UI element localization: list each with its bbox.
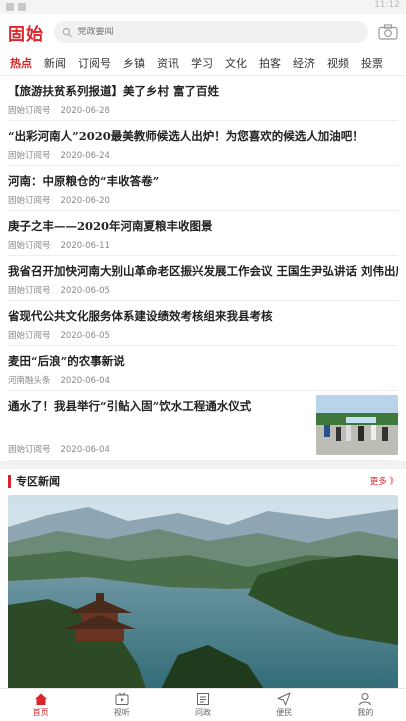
news-item[interactable]: 河南：中原粮仓的“丰收答卷” 固始订阅号 2020-06-20 — [8, 166, 398, 211]
search-icon — [62, 27, 72, 37]
section-separator — [0, 461, 406, 469]
status-bar: 11:12 — [0, 0, 406, 14]
tab-9[interactable]: 视频 — [321, 55, 355, 71]
tab-8[interactable]: 经济 — [287, 55, 321, 71]
search-input[interactable] — [77, 27, 360, 37]
news-item[interactable]: 省现代公共文化服务体系建设绩效考核组来我县考核 固始订阅号 2020-06-05 — [8, 301, 398, 346]
section-marker — [8, 474, 11, 488]
news-meta: 固始订阅号 2020-06-11 — [8, 239, 398, 251]
news-date: 2020-06-04 — [60, 445, 110, 455]
nav-label: 视听 — [113, 708, 130, 717]
news-item[interactable]: 庚子之丰——2020年河南夏粮丰收图景 固始订阅号 2020-06-11 — [8, 211, 398, 256]
tab-3[interactable]: 乡镇 — [117, 55, 151, 71]
news-source: 固始订阅号 — [8, 445, 51, 455]
nav-label: 便民 — [276, 708, 293, 717]
tab-6[interactable]: 文化 — [219, 55, 253, 71]
news-source: 固始订阅号 — [8, 196, 51, 206]
news-source: 河南融头条 — [8, 376, 51, 386]
top-bar: 固始 — [0, 14, 406, 50]
news-title[interactable]: 我省召开加快河南大别山革命老区振兴发展工作会议 王国生尹弘讲话 刘伟出席 — [8, 262, 398, 280]
zone-banner-image[interactable] — [8, 495, 398, 695]
news-item[interactable]: 【旅游扶贫系列报道】美了乡村 富了百姓 固始订阅号 2020-06-28 — [8, 76, 398, 121]
news-source: 固始订阅号 — [8, 331, 51, 341]
news-date: 2020-06-05 — [60, 331, 110, 341]
category-tabs: 热点 新闻 订阅号 乡镇 资讯 学习 文化 拍客 经济 视频 投票 — [0, 50, 406, 76]
news-meta: 河南融头条 2020-06-04 — [8, 374, 398, 386]
status-time: 11:12 — [374, 0, 400, 10]
news-source: 固始订阅号 — [8, 241, 51, 251]
news-source: 固始订阅号 — [8, 151, 51, 161]
news-date: 2020-06-05 — [60, 286, 110, 296]
nav-home[interactable]: 首页 — [0, 689, 81, 721]
news-date: 2020-06-24 — [60, 151, 110, 161]
news-source: 固始订阅号 — [8, 286, 51, 296]
nav-label: 问政 — [195, 708, 211, 717]
tab-5[interactable]: 学习 — [185, 55, 219, 71]
news-date: 2020-06-11 — [60, 241, 110, 251]
news-date: 2020-06-20 — [60, 196, 110, 206]
zone-title: 专区新闻 — [16, 475, 60, 488]
news-title[interactable]: 通水了！我县举行“引鲇入固”饮水工程通水仪式 — [8, 397, 308, 415]
news-title[interactable]: 河南：中原粮仓的“丰收答卷” — [8, 172, 398, 190]
news-list: 【旅游扶贫系列报道】美了乡村 富了百姓 固始订阅号 2020-06-28 “出彩河… — [0, 76, 406, 461]
home-icon — [34, 693, 47, 705]
camera-icon[interactable] — [378, 24, 398, 40]
news-thumbnail[interactable] — [316, 395, 398, 455]
more-link[interactable]: 更多 》 — [370, 475, 398, 487]
news-meta: 固始订阅号 2020-06-05 — [8, 284, 398, 296]
news-meta: 固始订阅号 2020-06-05 — [8, 329, 398, 341]
tab-2[interactable]: 订阅号 — [72, 55, 117, 71]
news-meta: 固始订阅号 2020-06-04 — [8, 443, 110, 455]
tab-7[interactable]: 拍客 — [253, 55, 287, 71]
app-logo[interactable]: 固始 — [8, 20, 54, 45]
nav-service[interactable]: 便民 — [244, 689, 325, 721]
news-title[interactable]: 庚子之丰——2020年河南夏粮丰收图景 — [8, 217, 398, 235]
notification-icon — [6, 3, 14, 11]
zone-header: 专区新闻 更多 》 — [0, 469, 406, 493]
send-icon — [277, 692, 291, 706]
news-date: 2020-06-04 — [60, 376, 110, 386]
news-item[interactable]: “出彩河南人”2020最美教师候选人出炉！为您喜欢的候选人加油吧！ 固始订阅号 2… — [8, 121, 398, 166]
news-title[interactable]: 麦田“后浪”的农事新说 — [8, 352, 398, 370]
tab-0[interactable]: 热点 — [4, 55, 38, 71]
tab-10[interactable]: 投票 — [355, 55, 389, 71]
nav-video[interactable]: 视听 — [81, 689, 162, 721]
news-source: 固始订阅号 — [8, 106, 51, 116]
nav-label: 首页 — [32, 708, 49, 717]
news-item[interactable]: 通水了！我县举行“引鲇入固”饮水工程通水仪式 固始订阅号 2020-06-04 — [8, 391, 398, 461]
nav-profile[interactable]: 我的 — [325, 689, 406, 721]
politics-icon — [197, 693, 209, 705]
search-box[interactable] — [54, 21, 368, 43]
tab-4[interactable]: 资讯 — [151, 55, 185, 71]
bottom-nav: 首页 视听 问政 便民 我的 — [0, 688, 406, 721]
news-date: 2020-06-28 — [60, 106, 110, 116]
notification-icon — [18, 3, 26, 11]
news-item[interactable]: 麦田“后浪”的农事新说 河南融头条 2020-06-04 — [8, 346, 398, 391]
news-title[interactable]: 省现代公共文化服务体系建设绩效考核组来我县考核 — [8, 307, 398, 325]
tab-1[interactable]: 新闻 — [38, 55, 72, 71]
news-meta: 固始订阅号 2020-06-20 — [8, 194, 398, 206]
nav-politics[interactable]: 问政 — [162, 689, 243, 721]
user-icon — [359, 693, 372, 706]
nav-label: 我的 — [357, 708, 374, 717]
tv-icon — [115, 692, 129, 705]
news-meta: 固始订阅号 2020-06-28 — [8, 104, 398, 116]
news-item[interactable]: 我省召开加快河南大别山革命老区振兴发展工作会议 王国生尹弘讲话 刘伟出席 固始订… — [8, 256, 398, 301]
news-meta: 固始订阅号 2020-06-24 — [8, 149, 398, 161]
news-title[interactable]: 【旅游扶贫系列报道】美了乡村 富了百姓 — [8, 82, 398, 100]
news-title[interactable]: “出彩河南人”2020最美教师候选人出炉！为您喜欢的候选人加油吧！ — [8, 127, 398, 145]
